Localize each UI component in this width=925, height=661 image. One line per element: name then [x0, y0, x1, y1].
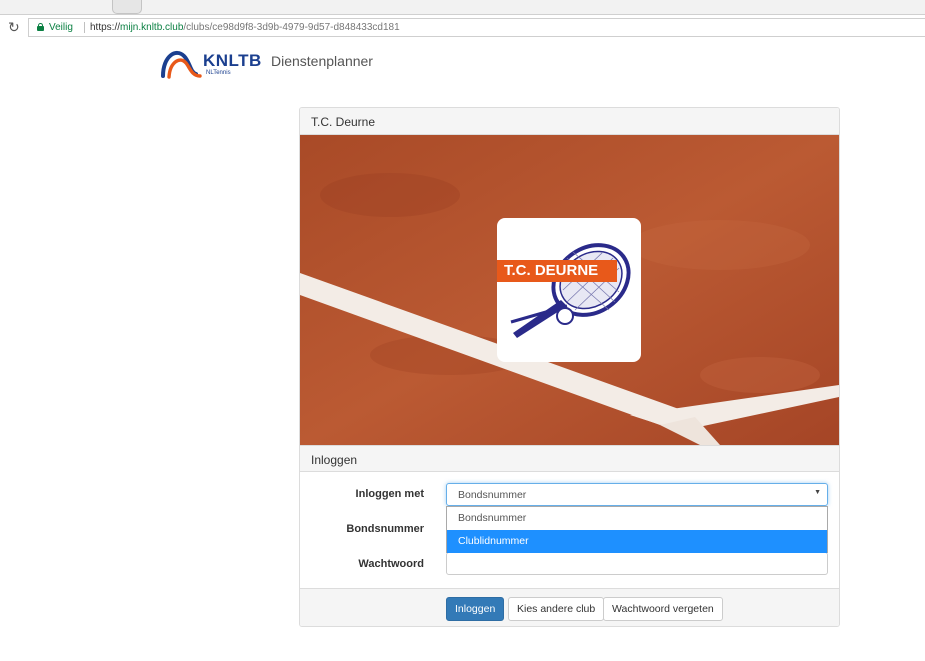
secure-label: Veilig — [49, 22, 73, 33]
browser-tab[interactable] — [112, 0, 142, 14]
url-path: /clubs/ce98d9f8-3d9b-4979-9d57-d848433cd… — [183, 22, 400, 33]
address-row: ↻ Veilig https://mijn.knltb.club/clubs/c… — [0, 14, 925, 40]
panel-footer: Inloggen Kies andere club Wachtwoord ver… — [300, 588, 839, 626]
logo-text: KNLTB — [203, 51, 262, 70]
address-separator — [84, 22, 85, 33]
reload-icon[interactable]: ↻ — [8, 18, 20, 36]
address-bar[interactable]: Veilig https://mijn.knltb.club/clubs/ce9… — [28, 18, 925, 37]
login-with-value: Bondsnummer — [458, 489, 527, 501]
password-label: Wachtwoord — [358, 558, 424, 570]
knltb-logo-icon[interactable] — [160, 46, 202, 80]
chevron-down-icon[interactable]: ▼ — [814, 489, 821, 496]
choose-club-button[interactable]: Kies andere club — [508, 597, 605, 621]
forgot-password-button[interactable]: Wachtwoord vergeten — [603, 597, 723, 621]
club-name-heading: T.C. Deurne — [300, 108, 839, 135]
app-title: Dienstenplanner — [271, 53, 373, 69]
tab-strip — [0, 0, 925, 14]
login-with-dropdown[interactable]: Bondsnummer Clublidnummer — [446, 506, 828, 553]
logo-subtext: NLTennis — [206, 70, 231, 76]
clay-court-image: T.C. DEURNE — [300, 135, 839, 445]
browser-chrome: ↻ Veilig https://mijn.knltb.club/clubs/c… — [0, 0, 925, 40]
url-scheme: https:// — [90, 22, 121, 33]
option-clublidnummer[interactable]: Clublidnummer — [447, 530, 827, 553]
login-with-select[interactable]: Bondsnummer ▼ — [446, 483, 828, 506]
club-logo: T.C. DEURNE — [497, 218, 641, 362]
lock-icon — [37, 23, 44, 31]
member-number-label: Bondsnummer — [346, 523, 424, 535]
login-panel: T.C. Deurne T.C. DEURNE Inloggen Inlogge… — [299, 107, 840, 627]
login-button[interactable]: Inloggen — [446, 597, 505, 621]
club-logo-text: T.C. DEURNE — [504, 262, 599, 279]
tennis-racket-icon — [497, 243, 631, 338]
url-text: https://mijn.knltb.club/clubs/ce98d9f8-3… — [90, 19, 400, 36]
login-with-label: Inloggen met — [355, 488, 424, 500]
login-heading: Inloggen — [300, 445, 839, 472]
option-bondsnummer[interactable]: Bondsnummer — [447, 507, 827, 530]
url-host: mijn.knltb.club — [120, 22, 184, 33]
password-input[interactable] — [446, 552, 828, 575]
